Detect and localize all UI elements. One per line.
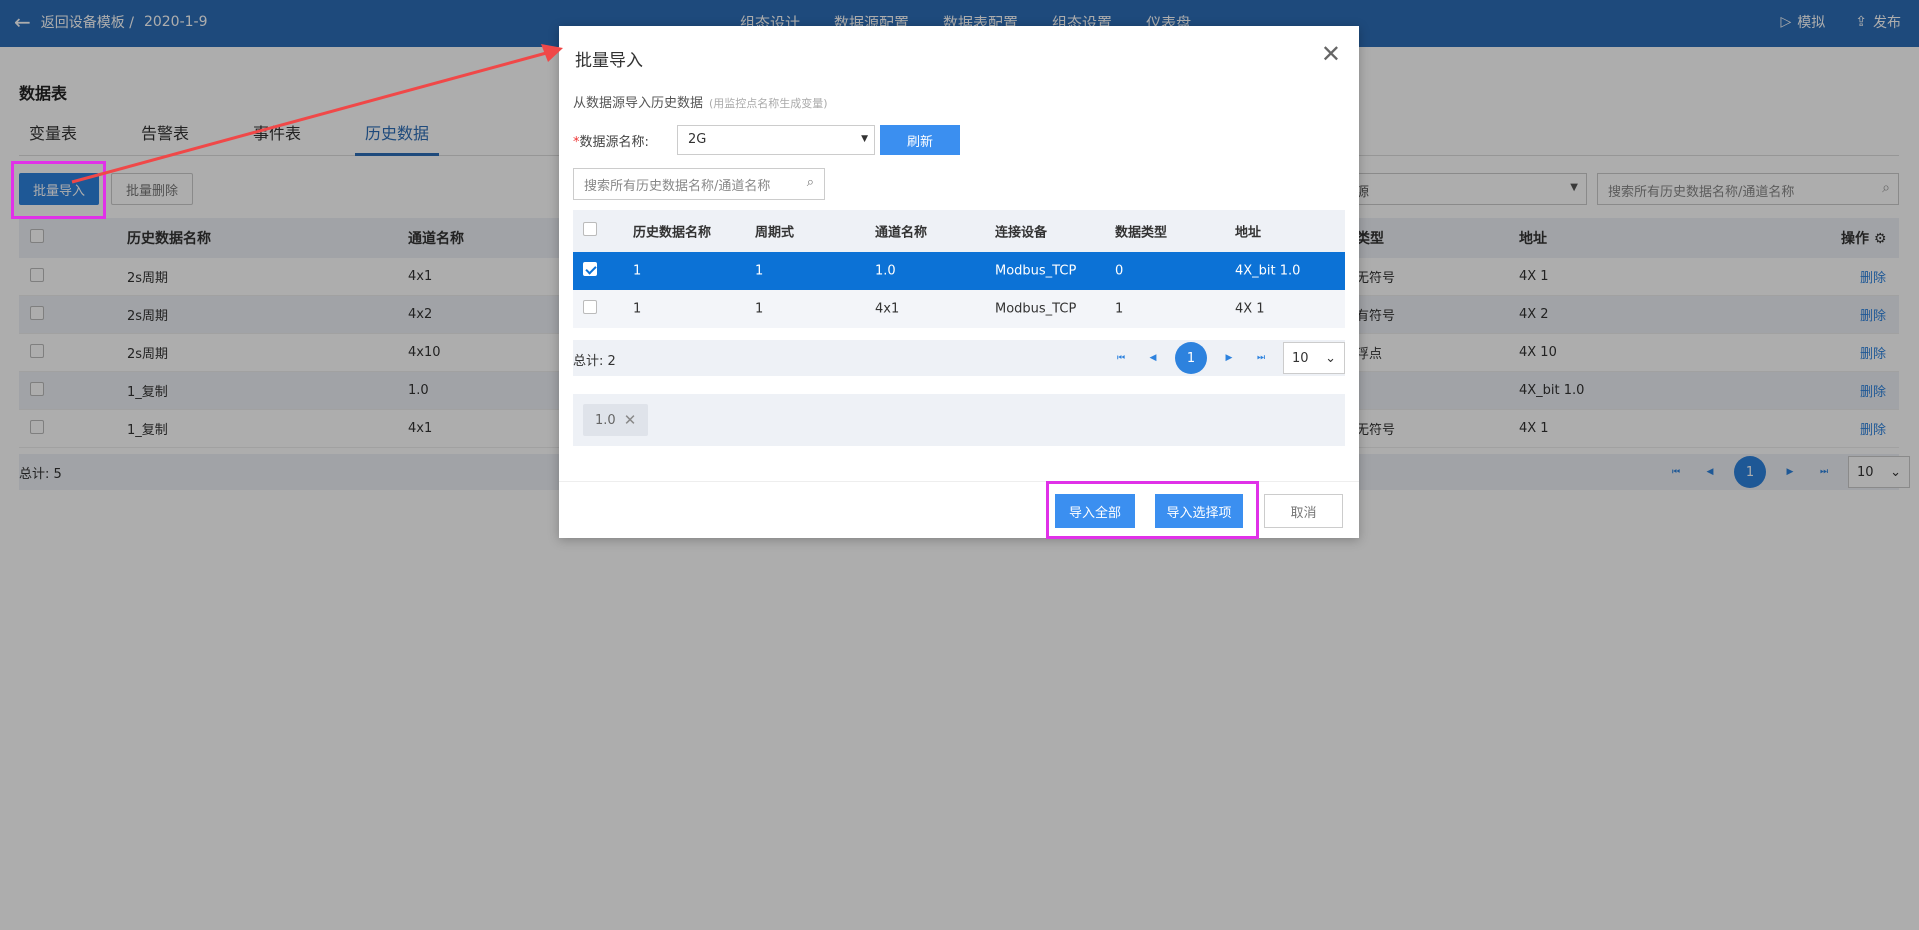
col-device: 连接设备: [995, 225, 1048, 241]
selected-tag: 1.0 ✕: [583, 404, 649, 436]
import-table-footer: 总计: 2 ⏮ ◀ 1 ▶ ⏭ 10 ⌄: [573, 340, 1345, 376]
dialog-search-placeholder: 搜索所有历史数据名称/通道名称: [584, 179, 771, 194]
col-address: 地址: [1235, 225, 1262, 241]
selected-items-area: 1.0 ✕: [573, 394, 1345, 446]
row-checkbox[interactable]: [583, 300, 597, 314]
import-all-button[interactable]: 导入全部: [1055, 494, 1135, 528]
col-channel: 通道名称: [875, 225, 928, 241]
close-icon[interactable]: ✕: [1321, 40, 1341, 68]
remove-tag-icon[interactable]: ✕: [624, 411, 637, 429]
last-page-icon[interactable]: ⏭: [1251, 348, 1271, 368]
refresh-button[interactable]: 刷新: [880, 125, 960, 155]
row-device: Modbus_TCP: [995, 301, 1077, 317]
row-channel: 4x1: [875, 301, 900, 317]
first-page-icon[interactable]: ⏮: [1111, 348, 1131, 368]
dialog-search-input[interactable]: 搜索所有历史数据名称/通道名称 ⌕: [573, 168, 825, 200]
dialog-page-size-select[interactable]: 10 ⌄: [1283, 342, 1345, 374]
datasource-value: 2G: [688, 132, 707, 147]
row-name: 1: [633, 263, 642, 279]
import-table-header: 历史数据名称 周期式 通道名称 连接设备 数据类型 地址: [573, 210, 1345, 252]
row-data-type: 0: [1115, 263, 1124, 279]
import-row-selected[interactable]: 1 1 1.0 Modbus_TCP 0 4X_bit 1.0: [573, 252, 1345, 290]
import-selected-button[interactable]: 导入选择项: [1155, 494, 1243, 528]
cancel-button[interactable]: 取消: [1264, 494, 1343, 528]
select-all-checkbox[interactable]: [583, 222, 597, 236]
row-period: 1: [755, 263, 764, 279]
row-address: 4X_bit 1.0: [1235, 263, 1301, 279]
next-page-icon[interactable]: ▶: [1219, 348, 1239, 368]
prev-page-icon[interactable]: ◀: [1143, 348, 1163, 368]
search-icon: ⌕: [806, 175, 814, 190]
row-device: Modbus_TCP: [995, 263, 1077, 279]
datasource-label-text: 数据源名称:: [579, 135, 649, 150]
row-channel: 1.0: [875, 263, 896, 279]
row-data-type: 1: [1115, 301, 1124, 317]
dialog-footer-divider: [559, 481, 1359, 482]
subtitle-text: 从数据源导入历史数据: [573, 96, 704, 111]
import-row[interactable]: 1 1 4x1 Modbus_TCP 1 4X 1: [573, 290, 1345, 328]
dialog-page-number[interactable]: 1: [1175, 342, 1207, 374]
datasource-select[interactable]: 2G ▼: [677, 125, 875, 155]
dialog-pagination: ⏮ ◀ 1 ▶ ⏭ 10 ⌄: [1111, 342, 1345, 374]
row-address: 4X 1: [1235, 301, 1265, 317]
dialog-total: 总计: 2: [573, 354, 616, 369]
subtitle-hint: (用监控点名称生成变量): [709, 97, 828, 110]
col-history-name: 历史数据名称: [633, 225, 712, 241]
row-period: 1: [755, 301, 764, 317]
datasource-label: *数据源名称:: [573, 131, 649, 150]
col-data-type: 数据类型: [1115, 225, 1168, 241]
dialog-page-size-value: 10: [1292, 350, 1309, 366]
dialog-title: 批量导入: [575, 51, 643, 71]
batch-import-dialog: 批量导入 ✕ 从数据源导入历史数据 (用监控点名称生成变量) *数据源名称: 2G…: [559, 26, 1359, 538]
dialog-subtitle: 从数据源导入历史数据 (用监控点名称生成变量): [573, 92, 828, 111]
col-period: 周期式: [755, 225, 795, 241]
caret-down-icon: ▼: [861, 134, 868, 144]
row-checkbox-checked[interactable]: [583, 262, 597, 276]
row-name: 1: [633, 301, 642, 317]
import-table: 历史数据名称 周期式 通道名称 连接设备 数据类型 地址 1 1 1.0 Mod…: [573, 210, 1345, 328]
chevron-down-icon: ⌄: [1325, 350, 1336, 366]
selected-tag-label: 1.0: [595, 412, 616, 428]
